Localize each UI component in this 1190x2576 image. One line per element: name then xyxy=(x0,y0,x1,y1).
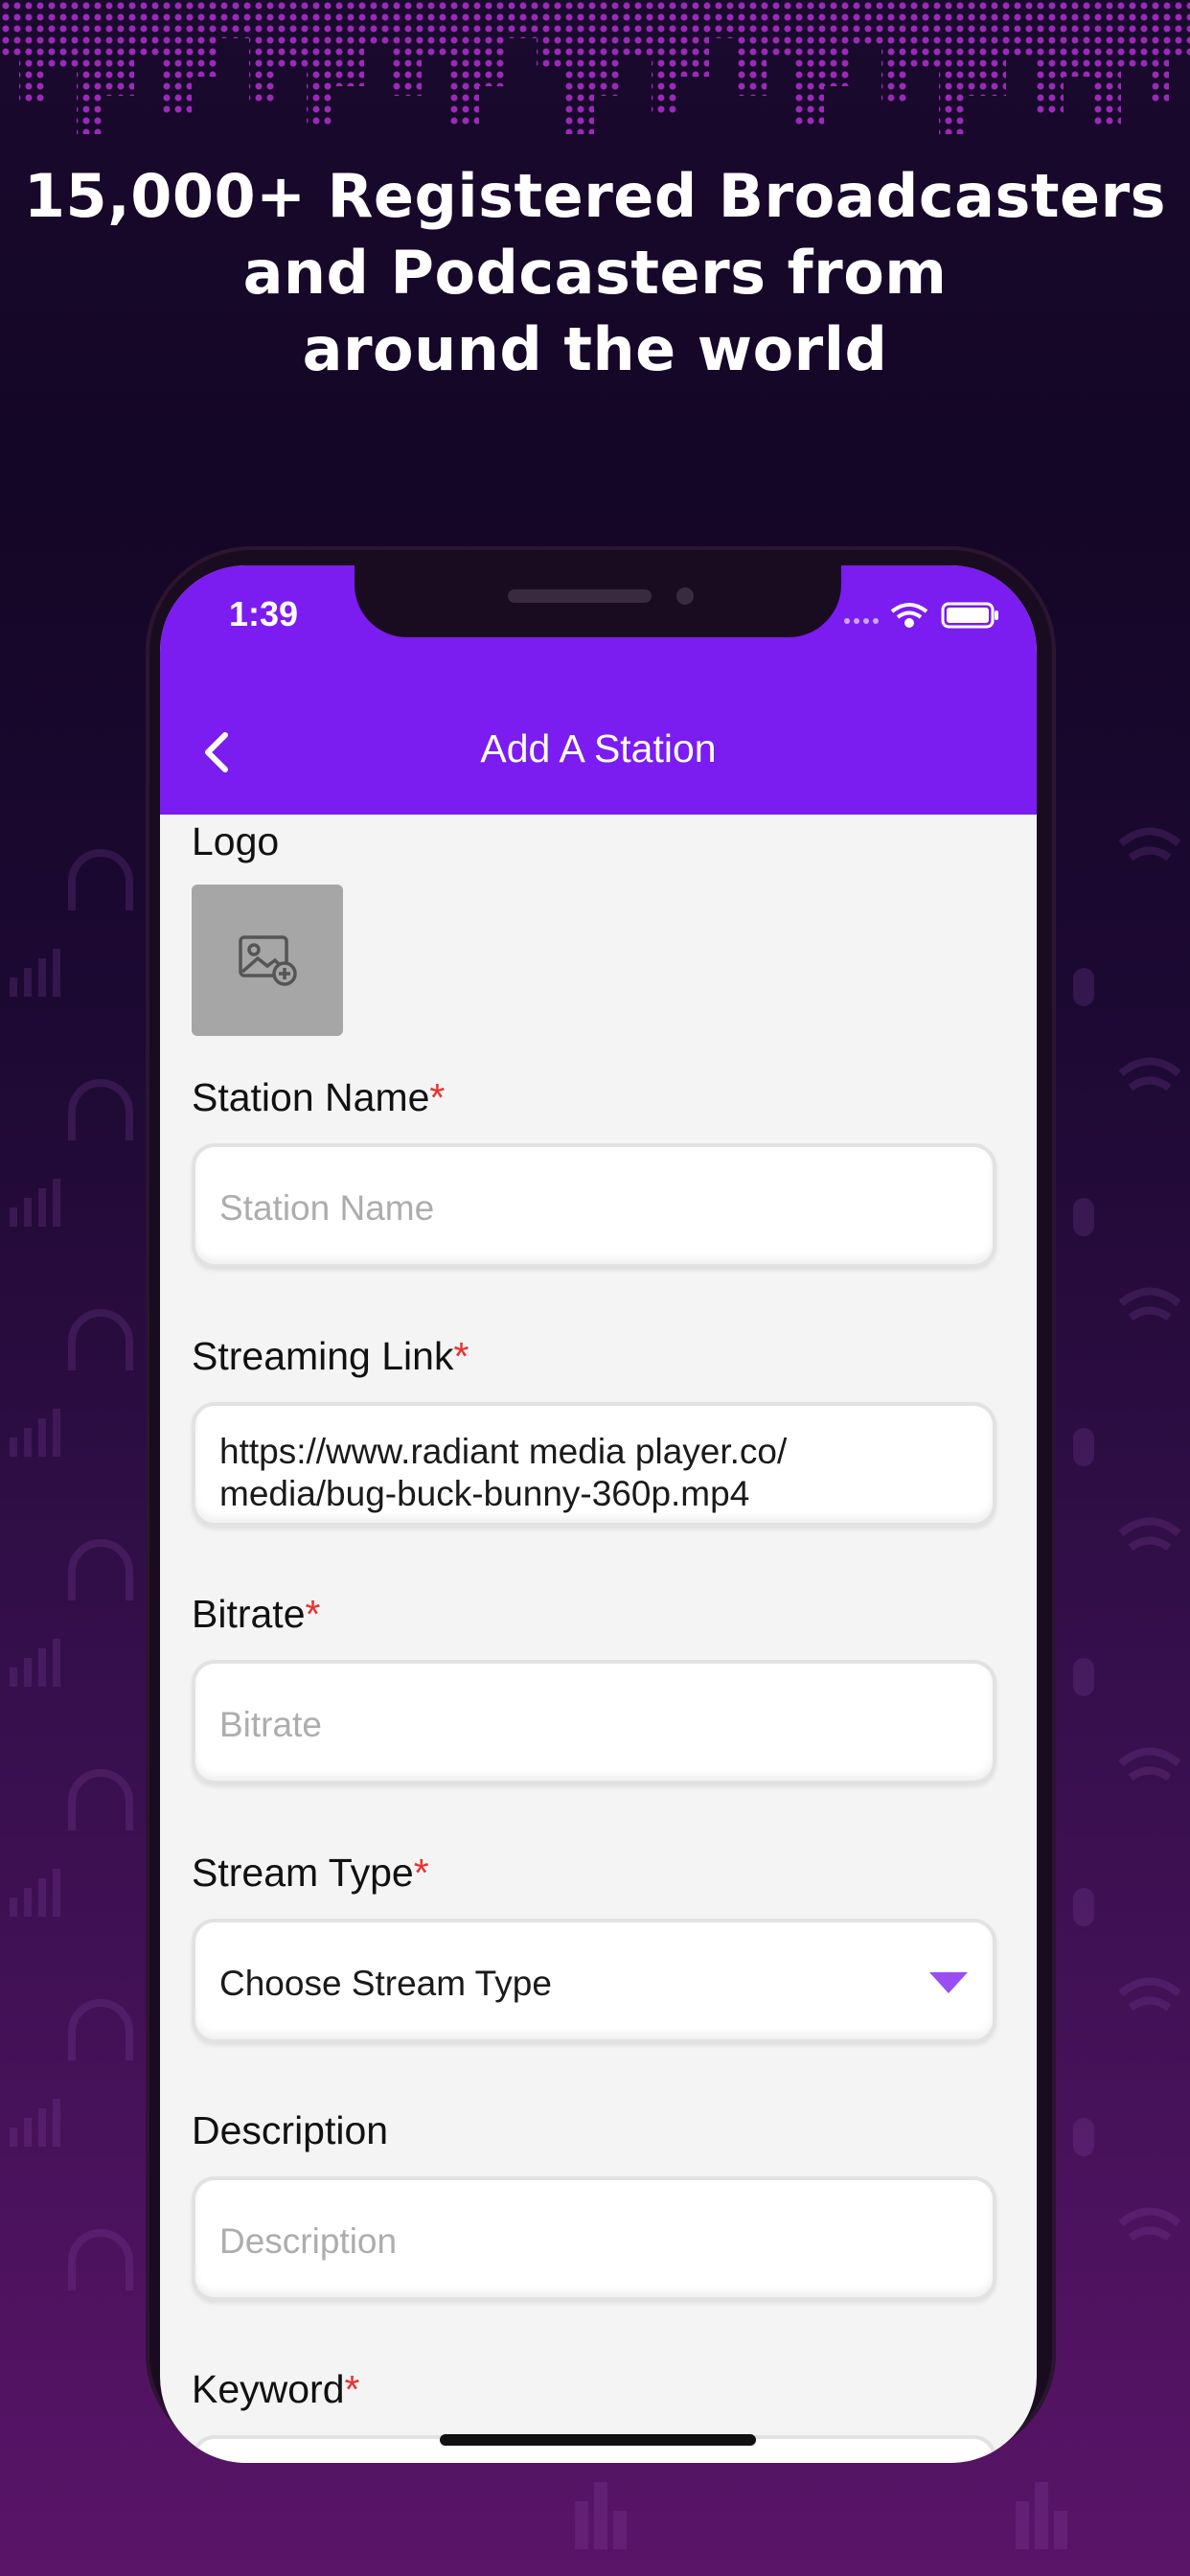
marketing-headline: 15,000+ Registered Broadcasters and Podc… xyxy=(0,158,1190,388)
bitrate-placeholder: Bitrate xyxy=(219,1705,322,1744)
streaming-link-label: Streaming Link* xyxy=(192,1334,469,1378)
headline-line-3: around the world xyxy=(302,314,888,384)
page-title: Add A Station xyxy=(480,726,717,770)
signal-icon xyxy=(844,618,879,624)
bitrate-label: Bitrate* xyxy=(192,1592,321,1636)
stream-type-selected: Choose Stream Type xyxy=(219,1964,552,2003)
image-add-icon xyxy=(239,935,297,986)
phone-notch xyxy=(355,565,841,637)
station-name-input[interactable]: Station Name xyxy=(192,1143,996,1268)
dropdown-arrow-icon xyxy=(929,1972,968,1993)
front-camera xyxy=(676,587,694,605)
status-time: 1:39 xyxy=(229,594,299,633)
streaming-link-value: https://www.radiant media player.co/ med… xyxy=(219,1432,788,1513)
home-indicator xyxy=(440,2434,756,2446)
logo-upload-button[interactable] xyxy=(192,885,343,1036)
station-name-label: Station Name* xyxy=(192,1075,446,1119)
app-header: 1:39 Add A Station xyxy=(160,565,1037,815)
description-input[interactable]: Description xyxy=(192,2176,996,2301)
speaker-grille xyxy=(508,589,652,603)
description-label: Description xyxy=(192,2108,389,2152)
battery-icon xyxy=(941,602,998,629)
wifi-icon xyxy=(890,603,928,628)
logo-label: Logo xyxy=(192,819,280,863)
stream-type-label: Stream Type* xyxy=(192,1851,429,1895)
description-placeholder: Description xyxy=(219,2221,398,2261)
streaming-link-input[interactable]: https://www.radiant media player.co/ med… xyxy=(192,1402,996,1527)
keyword-label: Keyword* xyxy=(192,2367,360,2411)
headline-line-1: 15,000+ Registered Broadcasters xyxy=(23,161,1167,231)
equalizer-pattern-graphic xyxy=(0,0,1190,134)
status-icons xyxy=(844,602,998,629)
station-name-placeholder: Station Name xyxy=(219,1188,435,1228)
headline-line-2: and Podcasters from xyxy=(242,238,948,308)
stream-type-select[interactable]: Choose Stream Type xyxy=(192,1919,996,2043)
bitrate-input[interactable]: Bitrate xyxy=(192,1660,996,1784)
phone-screen: 1:39 Add A Station Logo Station Name* St… xyxy=(160,565,1037,2463)
